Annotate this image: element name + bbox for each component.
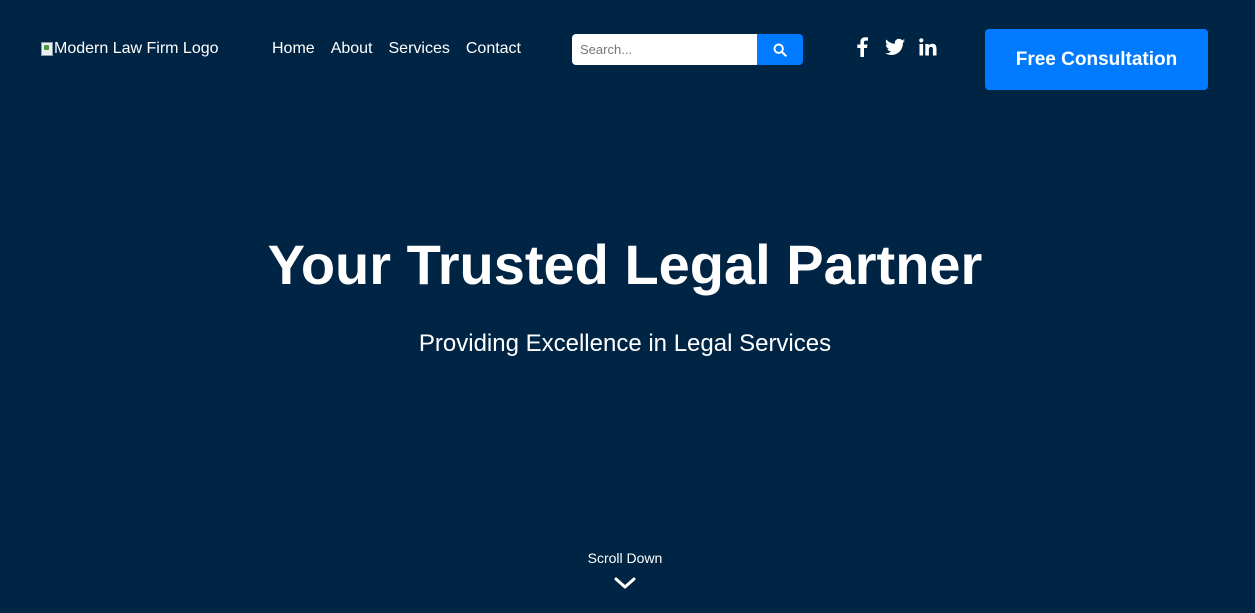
twitter-link[interactable] — [885, 37, 905, 57]
linkedin-icon — [919, 38, 937, 56]
main-nav: Home About Services Contact — [272, 39, 521, 59]
search-input[interactable] — [572, 34, 757, 65]
facebook-icon — [857, 37, 868, 57]
site-header: Modern Law Firm Logo Home About Services… — [0, 0, 1255, 100]
scroll-down-button[interactable]: Scroll Down — [0, 549, 1250, 591]
facebook-link[interactable] — [852, 37, 872, 57]
search-form — [572, 34, 803, 65]
search-button[interactable] — [757, 34, 803, 65]
logo-alt-text: Modern Law Firm Logo — [54, 40, 219, 57]
logo[interactable]: Modern Law Firm Logo — [41, 39, 219, 59]
broken-image-icon — [41, 42, 53, 56]
chevron-down-icon — [614, 577, 636, 589]
hero-title: Your Trusted Legal Partner — [267, 233, 983, 296]
nav-link-about[interactable]: About — [331, 39, 373, 59]
hero-subtitle: Providing Excellence in Legal Services — [418, 330, 832, 357]
nav-link-services[interactable]: Services — [389, 39, 450, 59]
twitter-icon — [885, 38, 905, 55]
linkedin-link[interactable] — [918, 37, 938, 57]
nav-link-home[interactable]: Home — [272, 39, 315, 59]
nav-link-contact[interactable]: Contact — [466, 39, 521, 59]
search-icon — [773, 43, 787, 57]
scroll-down-label: Scroll Down — [587, 550, 663, 566]
page: Modern Law Firm Logo Home About Services… — [0, 0, 1255, 613]
social-links — [852, 37, 938, 57]
free-consultation-button[interactable]: Free Consultation — [985, 29, 1208, 90]
